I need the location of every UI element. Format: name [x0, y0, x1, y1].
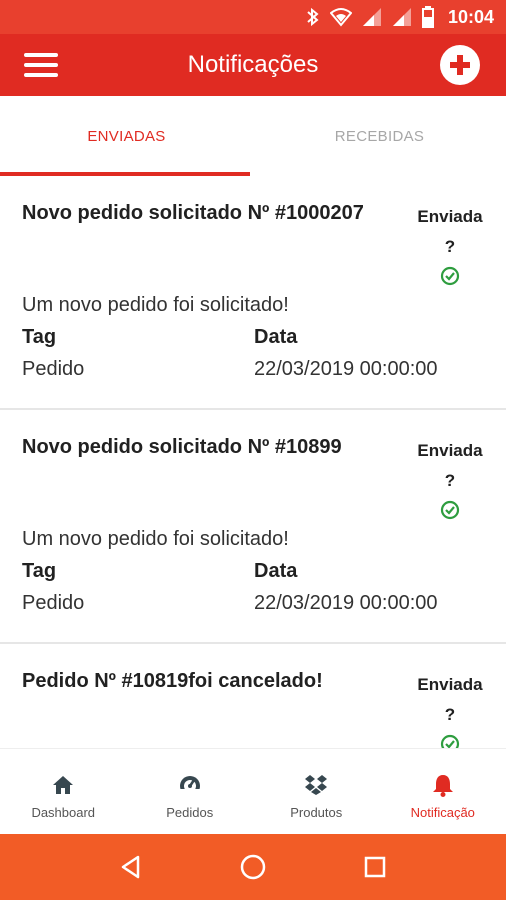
notification-title: Novo pedido solicitado Nº #10899 — [22, 436, 342, 458]
notification-card[interactable]: Novo pedido solicitado Nº #1000207 Envia… — [0, 176, 506, 410]
wifi-icon — [329, 7, 352, 27]
notification-message: Um novo pedido foi solicitado! — [22, 528, 289, 550]
add-circle-icon — [450, 55, 470, 75]
tag-value: Pedido — [22, 358, 85, 380]
battery-icon — [421, 6, 434, 28]
notification-status: Enviada ? — [414, 436, 486, 530]
tag-value: Pedido — [22, 592, 85, 614]
signal-icon — [392, 7, 412, 27]
status-question: ? — [444, 705, 456, 724]
tag-label: Tag — [22, 326, 57, 348]
date-label: Data — [254, 326, 298, 348]
hamburger-menu-icon[interactable] — [24, 53, 58, 77]
home-circle-icon[interactable] — [233, 847, 273, 887]
page-title: Notificações — [187, 51, 319, 78]
notification-message: Um novo pedido foi solicitado! — [22, 294, 289, 316]
status-time: 10:04 — [447, 6, 494, 27]
status-question: ? — [444, 471, 456, 490]
tab-bar: ENVIADAS RECEBIDAS — [0, 96, 506, 176]
app-bar: Notificações — [0, 34, 506, 96]
status-label: Enviada — [417, 441, 483, 460]
dropbox-icon — [304, 773, 328, 797]
nav-pedidos[interactable]: Pedidos — [127, 749, 254, 834]
tab-recebidas[interactable]: RECEBIDAS — [253, 96, 506, 176]
bottom-navigation: Dashboard Pedidos Produtos Notificação — [0, 748, 506, 834]
nav-notificacao[interactable]: Notificação — [380, 749, 506, 834]
notification-card[interactable]: Pedido Nº #10819foi cancelado! Enviada ? — [0, 644, 506, 748]
date-value: 22/03/2019 00:00:00 — [254, 358, 438, 380]
status-label: Enviada — [417, 207, 483, 226]
notification-status: Enviada ? — [414, 670, 486, 748]
notification-title: Novo pedido solicitado Nº #1000207 — [22, 202, 364, 224]
status-bar: 10:04 — [0, 0, 506, 34]
nav-produtos[interactable]: Produtos — [253, 749, 380, 834]
tag-label: Tag — [22, 560, 57, 582]
recents-icon[interactable] — [355, 847, 395, 887]
speedometer-icon — [178, 773, 202, 797]
check-circle-icon — [440, 734, 460, 748]
check-circle-icon — [440, 266, 460, 296]
notification-list[interactable]: Novo pedido solicitado Nº #1000207 Envia… — [0, 176, 506, 748]
nav-dashboard[interactable]: Dashboard — [0, 749, 127, 834]
add-notification-button[interactable] — [440, 45, 480, 85]
tab-enviadas[interactable]: ENVIADAS — [0, 96, 253, 176]
notification-status: Enviada ? — [414, 202, 486, 296]
status-question: ? — [444, 237, 456, 256]
date-label: Data — [254, 560, 298, 582]
nav-notificacao-label: Notificação — [410, 805, 475, 820]
status-label: Enviada — [417, 675, 483, 694]
notification-title: Pedido Nº #10819foi cancelado! — [22, 670, 323, 692]
back-icon[interactable] — [111, 847, 151, 887]
system-navigation — [0, 834, 506, 900]
home-icon — [52, 773, 74, 797]
signal-icon — [362, 7, 382, 27]
bluetooth-icon — [306, 7, 320, 27]
date-value: 22/03/2019 00:00:00 — [254, 592, 438, 614]
bell-icon — [432, 773, 454, 797]
check-circle-icon — [440, 500, 460, 530]
nav-produtos-label: Produtos — [290, 805, 343, 820]
notification-card[interactable]: Novo pedido solicitado Nº #10899 Enviada… — [0, 410, 506, 644]
nav-pedidos-label: Pedidos — [166, 805, 214, 820]
nav-dashboard-label: Dashboard — [31, 805, 96, 820]
